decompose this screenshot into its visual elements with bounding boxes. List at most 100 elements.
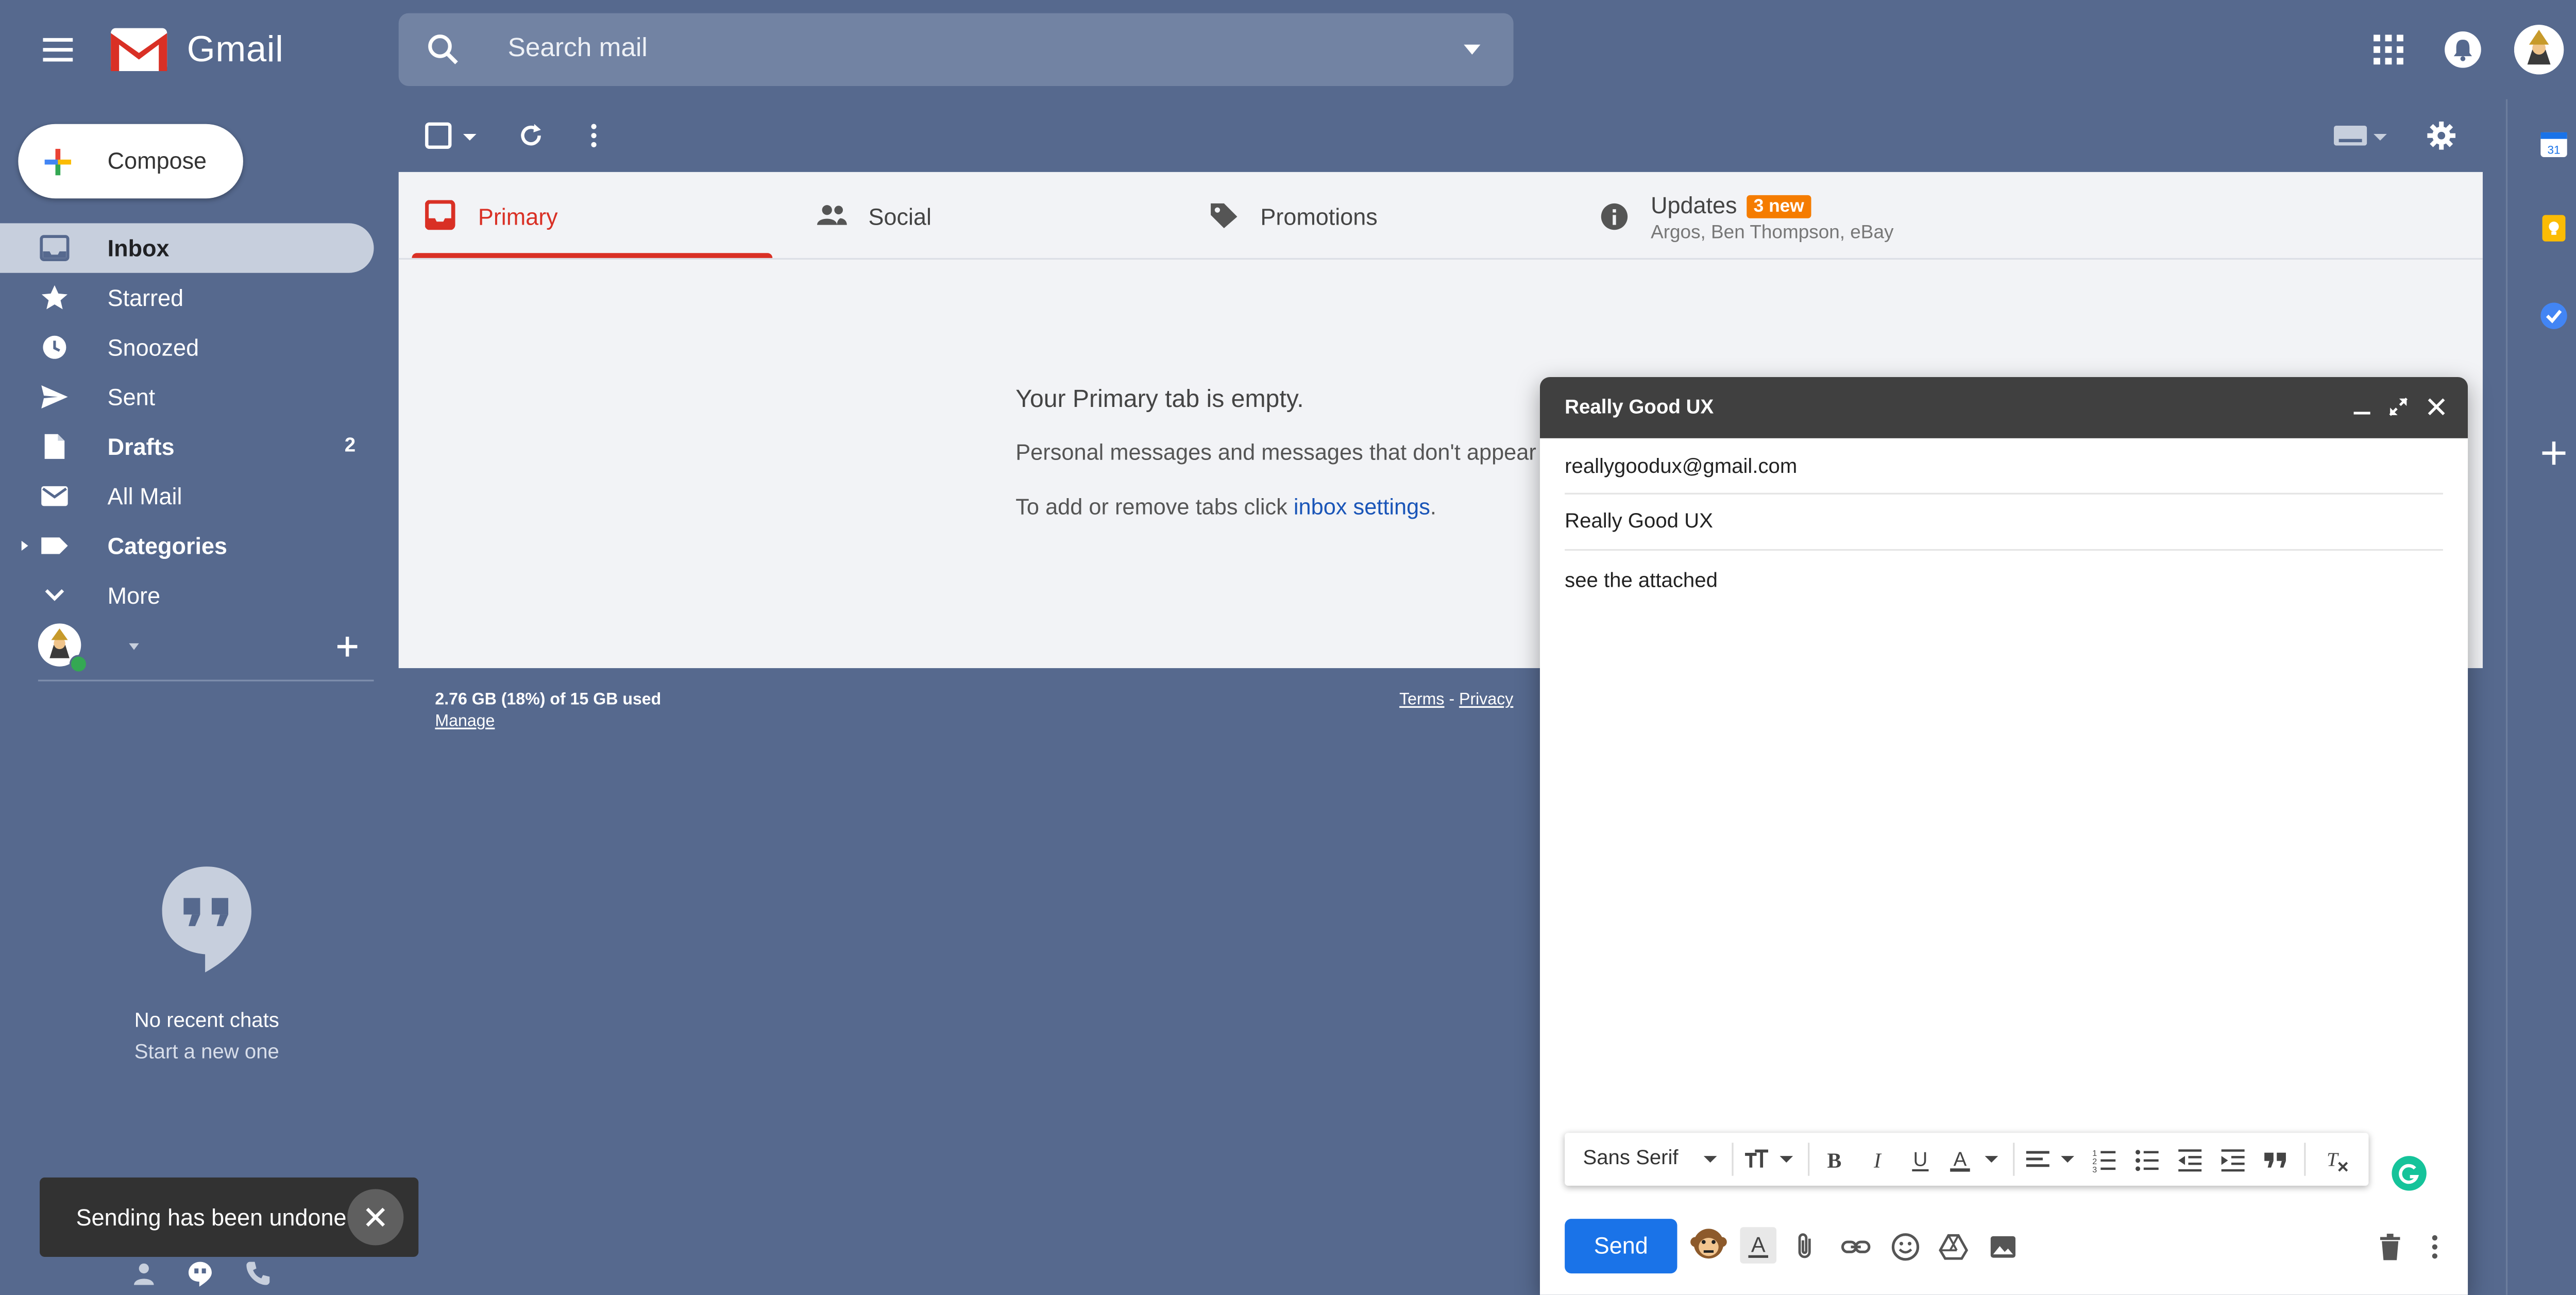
formatting-options-icon[interactable]: A (1740, 1227, 1777, 1264)
people-icon (816, 200, 849, 230)
compose-header[interactable]: Really Good UX (1539, 377, 2468, 438)
send-button[interactable]: Send (1565, 1219, 1677, 1274)
apps-grid-icon[interactable] (2372, 33, 2405, 66)
message-body[interactable]: see the attached (1565, 569, 1718, 592)
settings-gear-icon[interactable] (2427, 121, 2456, 150)
storage-usage: 2.76 GB (18%) of 15 GB used (435, 691, 662, 710)
italic-icon[interactable]: I (1864, 1146, 1890, 1173)
fullscreen-icon[interactable] (2388, 397, 2409, 417)
insert-link-icon[interactable] (1841, 1232, 1871, 1262)
status-dropdown-icon[interactable] (126, 638, 142, 655)
sidebar-item-more[interactable]: More (0, 571, 374, 620)
search-icon[interactable] (425, 31, 462, 68)
manage-storage-link[interactable]: Manage (435, 713, 495, 731)
search-input[interactable]: Search mail (508, 35, 648, 64)
tab-primary[interactable]: Primary (399, 172, 773, 258)
discard-draft-trash-icon[interactable] (2375, 1232, 2405, 1262)
more-options-icon[interactable] (579, 121, 609, 150)
subject-divider (1565, 549, 2443, 551)
bold-icon[interactable]: B (1821, 1146, 1848, 1173)
font-dropdown-icon[interactable] (1700, 1149, 1720, 1169)
numbered-list-icon[interactable]: 123 (2091, 1146, 2117, 1172)
sidebar-item-inbox[interactable]: Inbox (0, 223, 374, 273)
sidebar-item-all-mail[interactable]: All Mail (0, 471, 374, 521)
new-conversation-plus-icon[interactable] (336, 635, 359, 658)
svg-text:U: U (1913, 1148, 1927, 1170)
tab-promotions[interactable]: Promotions (1181, 172, 1555, 258)
font-family-select[interactable]: Sans Serif (1583, 1146, 1678, 1169)
svg-text:3: 3 (2092, 1165, 2097, 1172)
tasks-icon[interactable] (2537, 299, 2570, 332)
notifications-bell-icon[interactable] (2445, 31, 2481, 68)
minimize-icon[interactable] (2352, 397, 2372, 417)
keep-icon[interactable] (2537, 212, 2570, 245)
refresh-icon[interactable] (516, 121, 546, 150)
select-all-checkbox[interactable] (423, 121, 453, 150)
sidebar-item-snoozed[interactable]: Snoozed (0, 322, 374, 372)
subject-field[interactable]: Really Good UX (1565, 509, 1713, 533)
sidebar-item-drafts[interactable]: Drafts 2 (0, 422, 374, 471)
tab-updates[interactable]: Updates 3 new Argos, Ben Thompson, eBay (1571, 172, 2134, 258)
start-new-chat-link[interactable]: Start a new one (0, 1040, 414, 1063)
tab-social[interactable]: Social (789, 172, 1163, 258)
main-menu-icon[interactable] (40, 31, 76, 68)
grammarly-icon[interactable] (2392, 1156, 2427, 1191)
sidebar-item-label: Inbox (107, 234, 170, 262)
font-size-icon[interactable] (1743, 1146, 1770, 1172)
font-size-dropdown-icon[interactable] (1776, 1149, 1797, 1169)
sidebar-item-categories[interactable]: Categories (0, 521, 374, 570)
emoji-icon[interactable] (1891, 1232, 1921, 1262)
search-bar[interactable]: Search mail (398, 13, 1514, 86)
more-options-icon[interactable] (2420, 1232, 2450, 1262)
toolbar-separator (2013, 1143, 2015, 1176)
indent-less-icon[interactable] (2177, 1146, 2203, 1172)
attach-file-icon[interactable] (1791, 1232, 1821, 1262)
tab-promotions-label: Promotions (1260, 203, 1378, 230)
toolbar-separator (2304, 1143, 2306, 1176)
gmail-brand[interactable]: Gmail (187, 28, 284, 71)
svg-text:T: T (2327, 1149, 2339, 1170)
gmail-logo-icon[interactable] (109, 25, 169, 74)
underline-icon[interactable]: U (1907, 1146, 1934, 1172)
account-avatar[interactable] (2514, 25, 2564, 75)
recipient-divider (1565, 492, 2443, 495)
bulleted-list-icon[interactable] (2134, 1146, 2160, 1172)
calendar-icon[interactable]: 31 (2537, 127, 2570, 160)
search-options-dropdown-icon[interactable] (1461, 38, 1484, 61)
align-dropdown-icon[interactable] (2058, 1149, 2078, 1169)
text-color-icon[interactable]: A (1947, 1146, 1973, 1172)
insert-photo-icon[interactable] (1988, 1232, 2018, 1262)
keyboard-icon[interactable] (2334, 125, 2367, 146)
phone-call-icon[interactable] (245, 1260, 271, 1286)
sidebar-item-starred[interactable]: Starred (0, 273, 374, 322)
google-drive-icon[interactable] (1939, 1232, 1969, 1262)
remove-formatting-icon[interactable]: T (2323, 1146, 2349, 1172)
svg-text:31: 31 (2548, 144, 2561, 157)
contacts-person-icon[interactable] (131, 1260, 157, 1286)
monkey-extension-icon[interactable] (1689, 1224, 1728, 1264)
toolbar-separator (1732, 1143, 1734, 1176)
inbox-settings-link[interactable]: inbox settings (1294, 495, 1430, 519)
terms-link[interactable]: Terms (1399, 691, 1444, 709)
compose-button[interactable]: Compose (18, 124, 243, 199)
close-icon[interactable] (2427, 397, 2447, 417)
clock-icon (40, 334, 70, 361)
text-color-dropdown-icon[interactable] (1981, 1149, 2002, 1169)
hangouts-chat-icon[interactable] (187, 1260, 213, 1287)
expand-caret-icon[interactable] (18, 539, 31, 553)
privacy-link[interactable]: Privacy (1459, 691, 1513, 709)
inbox-icon (40, 235, 70, 261)
updates-senders: Argos, Ben Thompson, eBay (1651, 223, 1894, 243)
sidebar-item-sent[interactable]: Sent (0, 372, 374, 421)
updates-new-badge: 3 new (1747, 195, 1811, 218)
input-tools-dropdown-icon[interactable] (2372, 129, 2388, 145)
tab-social-label: Social (868, 203, 931, 230)
add-addon-icon[interactable] (2537, 437, 2570, 470)
recipient-field[interactable]: reallygoodux@gmail.com (1565, 455, 1797, 478)
select-dropdown-icon[interactable] (462, 129, 478, 145)
sidebar-item-label: Sent (107, 383, 156, 411)
indent-more-icon[interactable] (2219, 1146, 2246, 1172)
toast-close-button[interactable] (347, 1189, 404, 1246)
quote-icon[interactable] (2263, 1146, 2289, 1172)
align-icon[interactable] (2025, 1146, 2051, 1172)
